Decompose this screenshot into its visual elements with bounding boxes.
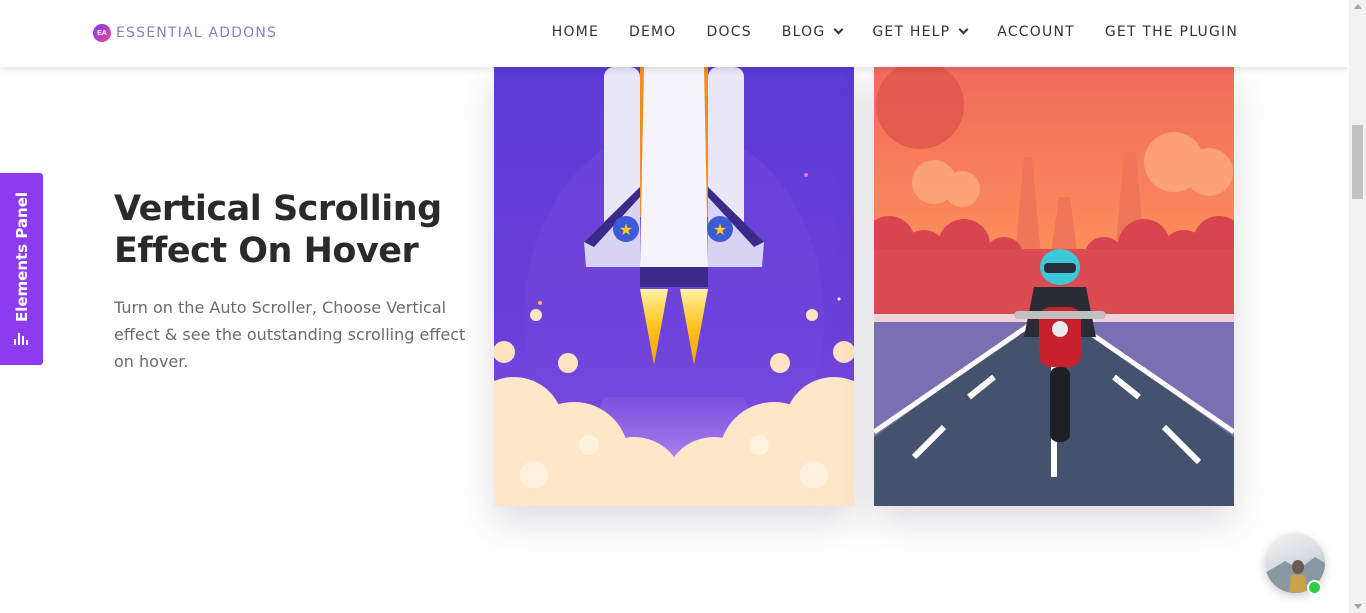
elements-panel-tab[interactable]: Elements Panel bbox=[0, 173, 43, 365]
chevron-down-icon bbox=[833, 24, 844, 35]
rocket-illustration: ★ ★ bbox=[494, 67, 854, 506]
online-status-indicator bbox=[1307, 580, 1322, 595]
elements-panel-label: Elements Panel bbox=[12, 191, 31, 323]
chevron-down-icon bbox=[958, 24, 969, 35]
nav-blog-label: BLOG bbox=[781, 24, 826, 40]
nav-home[interactable]: HOME bbox=[552, 24, 599, 40]
nav-home-label: HOME bbox=[551, 24, 599, 40]
nav-docs[interactable]: DOCS bbox=[707, 24, 752, 40]
page: EA ESSENTIAL ADDONS HOME DEMO DOCS BLOG … bbox=[0, 0, 1366, 613]
page-scrollbar[interactable] bbox=[1349, 0, 1366, 613]
bar-chart-icon bbox=[14, 333, 28, 345]
nav-account[interactable]: ACCOUNT bbox=[997, 24, 1075, 40]
nav-blog[interactable]: BLOG bbox=[781, 24, 844, 40]
logo[interactable]: EA ESSENTIAL ADDONS bbox=[93, 24, 277, 42]
logo-mark-icon: EA bbox=[93, 24, 111, 42]
scroll-down-arrow-icon[interactable] bbox=[1354, 604, 1362, 609]
motorcycle-card[interactable] bbox=[874, 67, 1234, 506]
svg-text:★: ★ bbox=[713, 222, 727, 239]
motorcycle-illustration bbox=[874, 67, 1234, 506]
rocket-card[interactable]: ★ ★ bbox=[494, 67, 854, 506]
nav-get-the-plugin[interactable]: GET THE PLUGIN bbox=[1105, 24, 1238, 40]
main-nav: HOME DEMO DOCS BLOG GET HELP ACCOUNT GET… bbox=[552, 24, 1238, 40]
nav-get-help-label: GET HELP bbox=[872, 24, 951, 40]
section-heading: Vertical Scrolling Effect On Hover bbox=[114, 189, 442, 271]
scrollbar-thumb[interactable] bbox=[1352, 125, 1363, 199]
nav-get-the-plugin-label: GET THE PLUGIN bbox=[1104, 24, 1238, 40]
site-header: EA ESSENTIAL ADDONS HOME DEMO DOCS BLOG … bbox=[0, 0, 1349, 67]
scroll-up-arrow-icon[interactable] bbox=[1354, 4, 1362, 9]
nav-docs-label: DOCS bbox=[706, 24, 752, 40]
nav-demo[interactable]: DEMO bbox=[629, 24, 677, 40]
nav-get-help[interactable]: GET HELP bbox=[872, 24, 969, 40]
nav-account-label: ACCOUNT bbox=[997, 24, 1075, 40]
section-description: Turn on the Auto Scroller, Choose Vertic… bbox=[114, 298, 466, 371]
logo-text: ESSENTIAL ADDONS bbox=[116, 25, 278, 41]
nav-demo-label: DEMO bbox=[629, 24, 677, 40]
svg-text:★: ★ bbox=[619, 222, 633, 239]
